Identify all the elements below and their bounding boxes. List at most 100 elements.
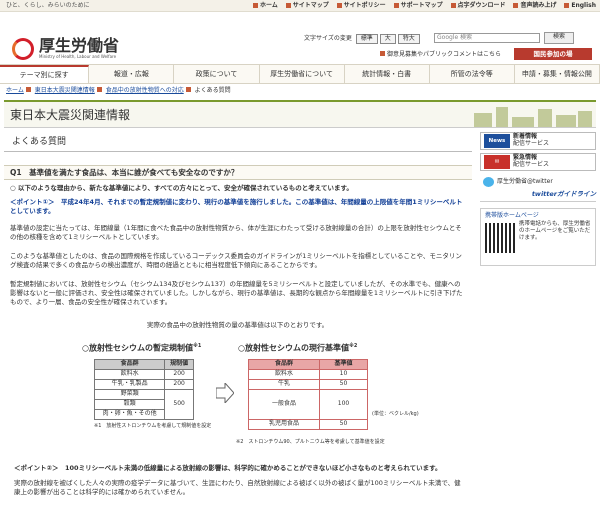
nav-policy[interactable]: 政策について [174,65,260,83]
tagline: ひと、くらし、みらいのために [6,2,90,9]
table-cell: 200 [164,379,194,390]
table-cell: 50 [319,419,368,430]
table-header: 規制値 [164,359,194,370]
top-bar: ひと、くらし、みらいのために ホーム サイトマップ サイトポリシー サポートマッ… [0,0,600,12]
table-cell: 50 [319,379,368,390]
logo-mark-icon [12,38,34,60]
house-illustration [556,115,576,127]
font-size-large[interactable]: 大 [379,34,396,45]
link-voice[interactable]: 音声読み上げ [513,2,556,9]
answer-lead: ○ 以下のような理由から、新たな基準値により、すべての方々にとって、安全が確保さ… [10,184,353,192]
table-intro: 実際の食品中の放射性物質の量の基準値は以下のとおりです。 [146,321,329,329]
banner-title: 東日本大震災関連情報 [10,108,131,122]
old-table-note: ※1 放射性ストロンチウムを考慮して規制値を設定 [94,423,212,429]
twitter-guideline-link[interactable]: twitterガイドライン [480,190,596,202]
twitter-link[interactable]: 厚生労働省@twitter [480,174,596,190]
new-standards-table: 食品群 基準値 飲料水 10 牛乳 50 一般食品 100 乳児用食品 50 [248,359,368,430]
page-title: よくある質問 [4,132,472,152]
section-banner: 東日本大震災関連情報 [4,100,596,128]
mobile-site-box[interactable]: 携帯版ホームページ 携帯電話からも、厚生労働省のホームページをご覧いただけます。 [480,207,596,266]
table-cell: 飲料水 [93,369,166,380]
table-cell: 牛乳 [248,379,320,390]
link-support[interactable]: サポートマップ [393,2,443,9]
bullet-icon [252,3,258,8]
utility-links: ホーム サイトマップ サイトポリシー サポートマップ 点字ダウンロード 音声読み… [247,2,596,10]
bullet-icon [564,3,570,8]
breadcrumb: ホーム 東日本大震災関連情報 食品中の放射性物質への対応 よくある質問 [6,87,231,95]
table-cell: 肉・卵・魚・その他 [93,409,166,420]
news-service-button[interactable]: News 新着情報 配信サービス [480,132,596,150]
table-header: 食品群 [93,359,166,370]
qr-code-icon [485,222,515,253]
house-illustration [512,117,534,127]
table-cell: 飲料水 [248,369,320,380]
chevron-icon [96,87,102,92]
table-cell: 100 [319,389,368,420]
site-header: 厚生労働省 Ministry of Health, Labour and Wel… [0,12,600,62]
table-cell: 乳児用食品 [248,419,320,430]
standards-comparison: ○放射性セシウムの暫定規制値※1 食品群 規制値 飲料水 200 牛乳・乳製品 200… [4,343,472,453]
chevron-icon [185,87,191,92]
chevron-icon [25,87,31,92]
table-cell: 200 [164,369,194,380]
nav-press[interactable]: 報道・広報 [89,65,175,83]
sidebar: News 新着情報 配信サービス ✉ 緊急情報 配信サービス 厚生労働省@twitt… [480,132,596,266]
nav-about[interactable]: 厚生労働省について [260,65,345,83]
link-home[interactable]: ホーム [252,2,278,9]
house-illustration [496,107,508,127]
house-illustration [538,109,552,127]
table-cell: 500 [164,389,194,420]
table-cell: 一般食品 [248,389,320,420]
nav-laws[interactable]: 所管の法令等 [430,65,515,83]
font-size-xlarge[interactable]: 特大 [397,34,420,45]
house-illustration [474,113,492,127]
point1-heading: ＜ポイント①＞ 平成24年4月、それまでの暫定規制値に変わり、現行の基準値を施行… [10,198,463,215]
answer-paragraph: 基準値の設定に当たっては、年間線量（1年間に食べた食品中の放射性物質から、体が生… [10,224,462,241]
table-cell: 野菜類 [93,389,166,400]
table-cell: 穀類 [93,399,166,410]
mobile-title: 携帯版ホームページ [485,211,539,219]
old-limits-table: 食品群 規制値 飲料水 200 牛乳・乳製品 200 野菜類 500 穀類 肉・卵・魚・… [93,359,194,420]
search-input[interactable]: Google 検索 [434,33,540,43]
nav-theme[interactable]: テーマ別に探す [0,65,90,83]
link-braille[interactable]: 点字ダウンロード [450,2,506,9]
font-size-label: 文字サイズの変更 [304,35,352,42]
main-content: Q1 基準値を満たす食品は、本当に誰が食べても安全なのですか？ [4,165,472,180]
twitter-bird-icon [483,177,494,187]
link-english[interactable]: English [564,2,596,9]
header-tools: 文字サイズの変更 標準大特大 Google 検索 検索 御意見募集やパブリックコ… [304,32,594,62]
font-size-switcher: 文字サイズの変更 標準大特大 [304,34,420,45]
link-policy[interactable]: サイトポリシー [336,2,386,9]
point2-section: ＜ポイント②＞ 100ミリシーベルト未満の低線量による放射線の影響は、科学的に確… [14,464,464,496]
table-cell: 10 [319,369,368,380]
table-header: 基準値 [319,359,368,370]
point2-text: 実際の放射線を被ばくした人々の実際の疫学データに基づいて、生涯にわたり、自然放射… [14,478,461,496]
answer-paragraph: このような基準値としたのは、食品の国際規格を作成しているコーデックス委員会のガイ… [10,252,462,269]
new-table-caption: ○放射性セシウムの現行基準値※2 [238,343,358,353]
link-sitemap[interactable]: サイトマップ [285,2,329,9]
table-header: 食品群 [248,359,320,370]
emergency-service-button[interactable]: ✉ 緊急情報 配信サービス [480,153,596,171]
bullet-icon [336,3,342,8]
logo-english: Ministry of Health, Labour and Welfare [39,54,117,59]
breadcrumb-food[interactable]: 食品中の放射性物質への対応 [106,87,184,94]
breadcrumb-current: よくある質問 [194,87,231,94]
participation-button[interactable]: 国民参加の場 [514,48,592,60]
search-button[interactable]: 検索 [544,32,574,44]
breadcrumb-disaster[interactable]: 東日本大震災関連情報 [35,87,95,94]
bullet-icon [393,3,399,8]
font-size-standard[interactable]: 標準 [355,34,378,45]
arrow-right-icon [216,383,234,403]
bullet-icon [380,51,385,56]
bullet-icon [450,3,456,8]
point2-heading: ＜ポイント②＞ 100ミリシーベルト未満の低線量による放射線の影響は、科学的に確… [14,464,442,472]
breadcrumb-home[interactable]: ホーム [6,87,24,94]
answer-paragraph: 暫定規制値においては、放射性セシウム（セシウム134及びセシウム137）の年間線… [10,280,463,306]
news-icon: News [484,134,510,148]
nav-stats[interactable]: 統計情報・白書 [345,65,430,83]
house-illustration [578,111,592,127]
table-cell: 牛乳・乳製品 [93,379,166,390]
global-nav: テーマ別に探す 報道・広報 政策について 厚生労働省について 統計情報・白書 所… [0,64,600,84]
nav-apply[interactable]: 申請・募集・情報公開 [515,65,600,83]
opinion-link[interactable]: 御意見募集やパブリックコメントはこちら [380,51,501,59]
